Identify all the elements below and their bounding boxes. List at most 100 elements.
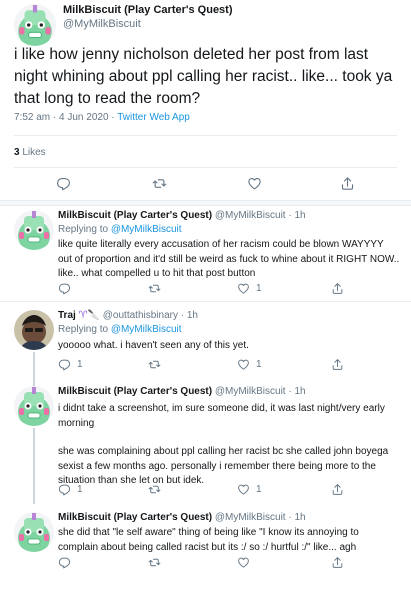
share-button[interactable] [331, 556, 344, 569]
author-badges: ♈🔪 [78, 310, 100, 321]
reply-avatar[interactable] [14, 210, 54, 250]
tweet-source-link[interactable]: Twitter Web App [117, 112, 190, 123]
reply-author-handle[interactable]: @outtathisbinary · 1h [100, 310, 198, 321]
retweet-button[interactable] [148, 556, 161, 569]
reply-button[interactable] [58, 282, 77, 295]
share-button[interactable] [340, 176, 355, 191]
reply-author-name[interactable]: MilkBiscuit (Play Carter's Quest) [58, 386, 212, 397]
reply-icon [58, 282, 71, 295]
avatar-image [14, 310, 54, 350]
divider [14, 135, 397, 136]
like-icon [237, 282, 250, 295]
retweet-button[interactable] [148, 282, 161, 295]
like-button[interactable] [247, 176, 262, 191]
reply-text: like quite literally every accusation of… [58, 239, 400, 279]
avatar-image [14, 4, 56, 46]
retweet-button[interactable] [148, 483, 161, 496]
reply-avatar[interactable] [14, 310, 54, 350]
reply-text-paragraph-1: i didnt take a screenshot, im sure someo… [58, 403, 385, 429]
reply-actions: 1 [0, 282, 411, 302]
replying-mention[interactable]: @MyMilkBiscuit [111, 324, 182, 335]
like-count: 1 [256, 484, 262, 495]
like-icon [237, 556, 250, 569]
replying-to: Replying to @MyMilkBiscuit [58, 224, 182, 235]
retweet-button[interactable] [152, 176, 167, 191]
reply-avatar[interactable] [14, 512, 54, 552]
like-icon [247, 176, 262, 191]
reply-actions: 1 1 [0, 358, 411, 378]
tweet-time[interactable]: 7:52 am · 4 Jun 2020 · [14, 112, 117, 123]
reply-button[interactable] [56, 176, 71, 191]
reply-icon [56, 176, 71, 191]
reply-button[interactable]: 1 [58, 483, 83, 496]
tweet-text: i like how jenny nicholson deleted her p… [14, 46, 393, 107]
reply-author-handle[interactable]: @MyMilkBiscuit · 1h [212, 512, 306, 523]
share-icon [331, 483, 344, 496]
reply-header: Traj ♈🔪 @outtathisbinary · 1h [58, 310, 198, 321]
reply-count: 1 [77, 359, 83, 370]
share-button[interactable] [331, 483, 344, 496]
replying-prefix: Replying to [58, 324, 111, 335]
like-count: 1 [256, 359, 262, 370]
reply-tweet[interactable]: MilkBiscuit (Play Carter's Quest) @MyMil… [0, 206, 411, 300]
reply-avatar[interactable] [14, 386, 54, 426]
share-icon [331, 282, 344, 295]
retweet-icon [148, 282, 161, 295]
avatar-image [14, 210, 54, 250]
reply-icon [58, 556, 71, 569]
like-icon [237, 358, 250, 371]
reply-header: MilkBiscuit (Play Carter's Quest) @MyMil… [58, 386, 306, 397]
retweet-button[interactable] [148, 358, 161, 371]
like-button[interactable] [237, 556, 256, 569]
retweet-icon [148, 358, 161, 371]
reply-icon [58, 358, 71, 371]
share-button[interactable] [331, 282, 344, 295]
reply-author-handle[interactable]: @MyMilkBiscuit · 1h [212, 386, 306, 397]
reply-text-paragraph-2: she was complaining about ppl calling he… [58, 446, 389, 486]
reply-count: 1 [77, 484, 83, 495]
reply-actions: 1 1 [0, 483, 411, 503]
avatar-image [14, 512, 54, 552]
replying-prefix: Replying to [58, 224, 111, 235]
reply-tweet[interactable]: Traj ♈🔪 @outtathisbinary · 1h Replying t… [0, 306, 411, 376]
reply-tweet[interactable]: MilkBiscuit (Play Carter's Quest) @MyMil… [0, 376, 411, 504]
replying-mention[interactable]: @MyMilkBiscuit [111, 224, 182, 235]
share-icon [340, 176, 355, 191]
author-name[interactable]: MilkBiscuit (Play Carter's Quest) [63, 4, 233, 16]
reply-actions [0, 556, 411, 576]
retweet-icon [148, 483, 161, 496]
like-button[interactable]: 1 [237, 358, 262, 371]
reply-button[interactable] [58, 556, 77, 569]
replying-to: Replying to @MyMilkBiscuit [58, 324, 182, 335]
reply-author-name[interactable]: MilkBiscuit (Play Carter's Quest) [58, 210, 212, 221]
share-icon [331, 358, 344, 371]
author-avatar[interactable] [14, 4, 56, 46]
share-button[interactable] [331, 358, 344, 371]
author-handle[interactable]: @MyMilkBiscuit [63, 18, 141, 30]
divider [0, 301, 411, 302]
like-button[interactable]: 1 [237, 483, 262, 496]
reply-text: she did that "le self aware" thing of be… [58, 527, 359, 553]
reply-author-name[interactable]: MilkBiscuit (Play Carter's Quest) [58, 512, 212, 523]
like-count: 1 [256, 283, 262, 294]
reply-tweet[interactable]: MilkBiscuit (Play Carter's Quest) @MyMil… [0, 506, 411, 599]
like-icon [237, 483, 250, 496]
reply-text: yooooo what. i haven't seen any of this … [58, 340, 249, 351]
reply-author-handle[interactable]: @MyMilkBiscuit · 1h [212, 210, 306, 221]
reply-header: MilkBiscuit (Play Carter's Quest) @MyMil… [58, 512, 306, 523]
reply-author-name[interactable]: Traj [58, 310, 76, 321]
avatar-image [14, 386, 54, 426]
main-tweet: MilkBiscuit (Play Carter's Quest) @MyMil… [0, 0, 411, 205]
tweet-timestamp: 7:52 am · 4 Jun 2020 · Twitter Web App [14, 112, 190, 123]
retweet-icon [148, 556, 161, 569]
reply-header: MilkBiscuit (Play Carter's Quest) @MyMil… [58, 210, 306, 221]
main-tweet-actions [0, 176, 411, 196]
like-button[interactable]: 1 [237, 282, 262, 295]
retweet-icon [152, 176, 167, 191]
reply-button[interactable]: 1 [58, 358, 83, 371]
divider [14, 167, 397, 168]
likes-count[interactable]: 3 Likes [14, 147, 46, 158]
share-icon [331, 556, 344, 569]
reply-icon [58, 483, 71, 496]
likes-label: Likes [19, 147, 46, 158]
